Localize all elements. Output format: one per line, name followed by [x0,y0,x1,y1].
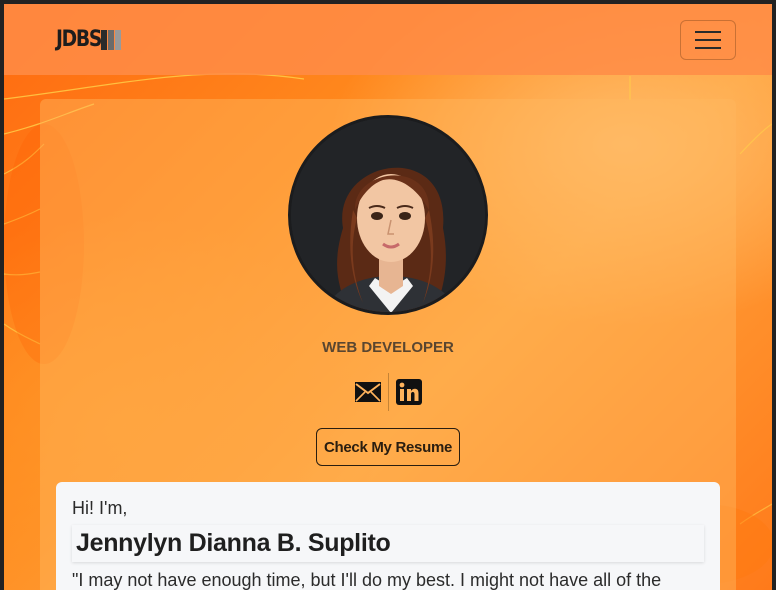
intro-quote: "I may not have enough time, but I'll do… [72,570,662,590]
profile-avatar [288,115,488,315]
profile-portrait [291,118,485,312]
page-background: JDBS WEB DEVELOPER Check My Resume Hi! I… [4,4,772,590]
brand-logo[interactable]: JDBS [56,27,122,52]
hamburger-menu-icon [695,30,721,33]
intro-card: Hi! I'm, Jennylyn Dianna B. Suplito "I m… [56,482,720,590]
linkedin-icon [395,379,422,405]
greeting-text: Hi! I'm, [72,498,128,518]
navbar: JDBS [4,4,772,75]
name-box: Jennylyn Dianna B. Suplito [72,525,704,562]
check-resume-button[interactable]: Check My Resume [316,428,460,466]
linkedin-link[interactable] [389,373,429,411]
role-title: WEB DEVELOPER [322,339,454,356]
brand-text: JDBS [56,27,102,52]
brand-bars-icon [101,29,122,50]
envelope-icon [354,382,381,402]
navbar-toggle-button[interactable] [680,19,736,60]
person-name: Jennylyn Dianna B. Suplito [76,529,391,557]
email-link[interactable] [348,373,388,411]
social-links [40,373,736,411]
